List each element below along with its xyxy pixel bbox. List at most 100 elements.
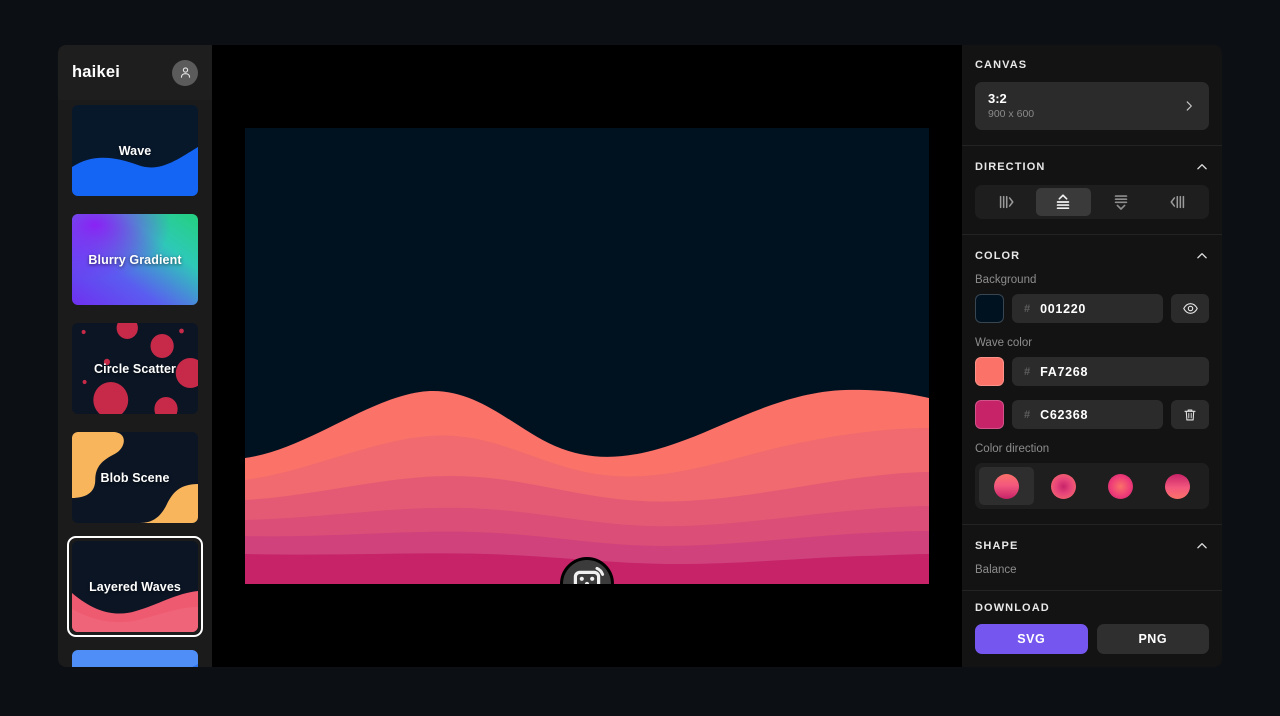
wave-color-swatch-2[interactable] [975,400,1004,430]
randomize-button[interactable] [560,557,614,584]
wave-color-label: Wave color [975,337,1033,350]
direction-section-title: DIRECTION [975,161,1046,174]
haikei-app-window: haikei Wave Blurry Gradient Circle Scatt… [58,45,1222,667]
background-color-swatch[interactable] [975,294,1004,324]
wave-hex-input-1[interactable]: # FA7268 [1012,357,1209,387]
background-hex-input[interactable]: # 001220 [1012,294,1163,324]
wave-hex-value-1: FA7268 [1040,364,1089,379]
hash-prefix: # [1024,408,1031,421]
app-logo[interactable]: haikei [72,63,120,82]
sidebar-header: haikei [58,45,212,100]
direction-option-left[interactable] [1151,188,1207,216]
color-direction-linear-down[interactable] [979,467,1034,506]
color-direction-radial-glow[interactable] [1093,467,1148,505]
dice-randomize-icon [573,566,605,584]
sidebar-item-label: Wave [118,143,152,158]
canvas-section-header: CANVAS [975,59,1209,71]
gradient-radial-glow-icon [1108,473,1133,499]
chevron-up-icon [1197,253,1207,259]
wave-hex-input-2[interactable]: # C62368 [1012,400,1163,430]
wave-color-swatch-1[interactable] [975,357,1004,387]
color-direction-linear-up[interactable] [1150,467,1205,505]
color-direction-options[interactable] [975,463,1209,510]
sidebar-item-label: Circle Scatter [94,361,176,376]
blurry-gradient-preview: Blurry Gradient [72,214,198,305]
background-visibility-button[interactable] [1171,294,1209,324]
circle-scatter-preview: Circle Scatter [72,323,198,414]
shape-section-header[interactable]: SHAPE [975,539,1209,553]
background-color-row: # 001220 [975,294,1209,324]
hash-prefix: # [1024,302,1031,315]
stacked-waves-preview: Stacked Waves [72,650,198,667]
background-color-label: Background [975,274,1037,287]
wave-color-row-1: # FA7268 [975,357,1209,387]
sidebar-item-label: Layered Waves [89,579,181,594]
canvas-section: CANVAS 3:2 900 x 600 [962,45,1222,147]
wave-preview: Wave [72,105,198,196]
artboard[interactable] [245,128,929,584]
chevron-up-icon [1197,164,1207,170]
color-section: COLOR Background # 001220 Wave color # F… [962,235,1222,526]
eye-icon [1182,303,1198,315]
direction-collapse-toggle[interactable] [1195,160,1209,174]
sidebar-item-blurry-gradient[interactable]: Blurry Gradient [67,209,203,310]
download-section-title: DOWNLOAD [975,602,1050,614]
shape-section: SHAPE Balance [962,525,1222,590]
canvas-size-selector[interactable]: 3:2 900 x 600 [975,82,1209,131]
wave-color-delete-button[interactable] [1171,400,1209,430]
background-type-list[interactable]: Wave Blurry Gradient Circle Scatter Blob… [58,100,212,667]
layered-waves-artwork [245,128,929,584]
sidebar: haikei Wave Blurry Gradient Circle Scatt… [58,45,212,667]
sidebar-item-label: Blob Scene [100,470,170,485]
direction-up-icon [1056,194,1070,210]
settings-panel: CANVAS 3:2 900 x 600 DIRECTION COLOR Bac… [962,45,1222,667]
sidebar-item-wave[interactable]: Wave [67,100,203,201]
download-png-button[interactable]: PNG [1096,624,1209,654]
gradient-radial-inset-icon [1051,473,1076,499]
sidebar-item-stacked-waves[interactable]: Stacked Waves [67,645,203,667]
color-direction-radial-inset[interactable] [1036,467,1091,505]
direction-option-down[interactable] [1093,188,1149,216]
canvas-section-title: CANVAS [975,59,1028,71]
hash-prefix: # [1024,365,1031,378]
canvas-ratio-value: 3:2 [988,91,1007,106]
direction-option-up[interactable] [1035,188,1091,217]
direction-option-right[interactable] [978,188,1034,216]
sidebar-item-circle-scatter[interactable]: Circle Scatter [67,318,203,419]
direction-section-header[interactable]: DIRECTION [975,160,1209,174]
shape-collapse-toggle[interactable] [1195,539,1209,553]
canvas-area [212,45,962,667]
chevron-right-icon [1186,101,1192,111]
direction-right-icon [999,196,1014,209]
wave-color-row-2: # C62368 [975,400,1209,430]
sidebar-item-layered-waves[interactable]: Layered Waves [67,536,203,637]
background-hex-value: 001220 [1040,301,1087,316]
sidebar-item-label: Blurry Gradient [88,252,182,267]
direction-options[interactable] [975,185,1209,220]
user-avatar[interactable] [172,59,198,86]
gradient-linear-up-icon [1165,473,1190,499]
color-section-title: COLOR [975,250,1021,263]
user-avatar-icon [180,67,190,78]
stacked-waves-preview-art [72,650,198,667]
chevron-up-icon [1197,543,1207,549]
color-direction-label: Color direction [975,443,1050,456]
canvas-dimensions-value: 900 x 600 [988,108,1035,121]
settings-panel-scroll[interactable]: CANVAS 3:2 900 x 600 DIRECTION COLOR Bac… [962,45,1222,667]
blob-scene-preview: Blob Scene [72,432,198,523]
shape-section-title: SHAPE [975,540,1019,553]
wave-hex-value-2: C62368 [1040,407,1089,422]
gradient-linear-down-icon [994,473,1019,499]
download-section: DOWNLOAD SVG PNG [962,590,1222,667]
trash-icon [1184,409,1196,421]
direction-down-icon [1114,195,1128,211]
balance-label: Balance [975,564,1017,577]
sidebar-item-blob-scene[interactable]: Blob Scene [67,427,203,528]
color-section-header[interactable]: COLOR [975,249,1209,263]
direction-section: DIRECTION [962,146,1222,236]
layered-waves-preview: Layered Waves [72,541,198,632]
color-collapse-toggle[interactable] [1195,249,1209,263]
direction-left-icon [1170,196,1185,209]
download-svg-button[interactable]: SVG [975,624,1088,654]
download-buttons: SVG PNG [975,624,1209,654]
